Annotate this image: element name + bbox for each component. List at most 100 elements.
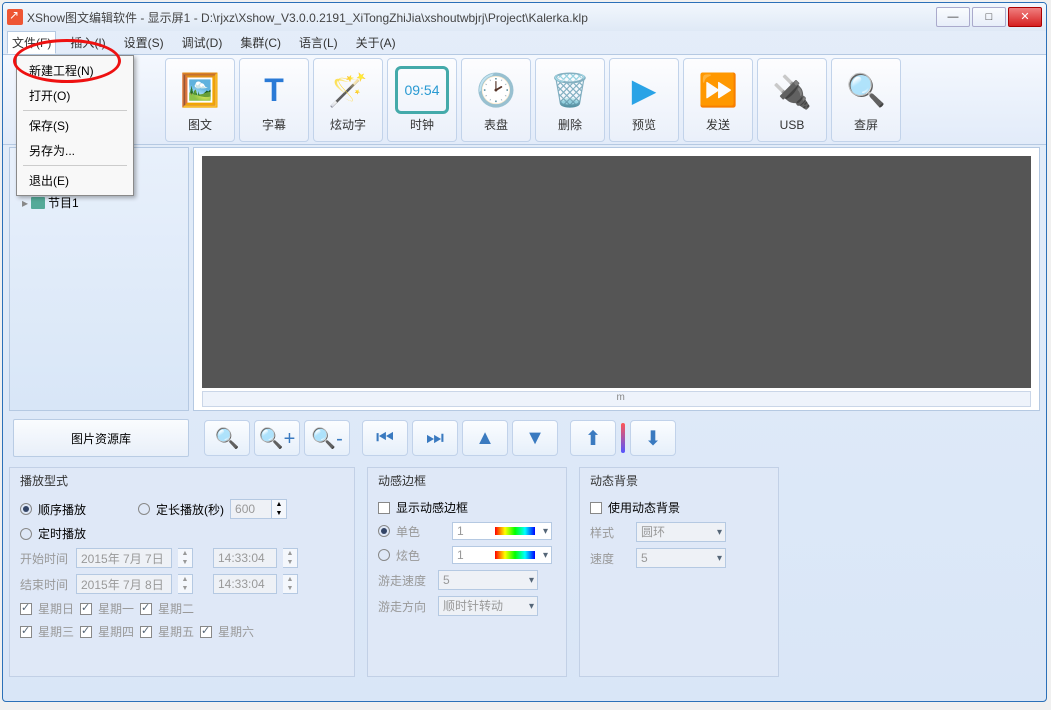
chk-show-border[interactable] xyxy=(378,502,390,514)
label-solid: 单色 xyxy=(396,523,420,540)
app-icon xyxy=(7,9,23,25)
menu-cluster[interactable]: 集群(C) xyxy=(236,32,285,53)
label-walk-dir: 游走方向 xyxy=(378,598,432,615)
menubar: 文件(F) 插入(I) 设置(S) 调试(D) 集群(C) 语言(L) 关于(A… xyxy=(3,31,1046,55)
radio-timed-play[interactable] xyxy=(20,528,32,540)
chk-wed[interactable] xyxy=(20,626,32,638)
label-use-bg: 使用动态背景 xyxy=(608,499,680,516)
image-library-button[interactable]: 图片资源库 xyxy=(13,419,189,457)
group-play-legend: 播放型式 xyxy=(20,472,344,489)
fixed-duration-spinner[interactable]: ▲▼ xyxy=(272,499,287,519)
tool-image-text[interactable]: 🖼️图文 xyxy=(165,58,235,142)
chk-tue[interactable] xyxy=(140,603,152,615)
label-bg-speed: 速度 xyxy=(590,550,630,567)
last-button[interactable]: ⏭ xyxy=(412,420,458,456)
walk-dir-select[interactable]: 顺时针转动 xyxy=(438,596,538,616)
radio-fixed-play[interactable] xyxy=(138,503,150,515)
horizontal-scrollbar[interactable] xyxy=(202,391,1031,407)
menu-item-save[interactable]: 保存(S) xyxy=(19,113,131,138)
chk-mon[interactable] xyxy=(80,603,92,615)
menu-file[interactable]: 文件(F) xyxy=(7,31,56,54)
tool-usb[interactable]: 🔌USB xyxy=(757,58,827,142)
move-down-button[interactable]: ⬇ xyxy=(630,420,676,456)
end-date-spinner[interactable]: ▲▼ xyxy=(178,574,193,594)
tool-subtitle[interactable]: T字幕 xyxy=(239,58,309,142)
menu-item-open[interactable]: 打开(O) xyxy=(19,83,131,108)
menu-about[interactable]: 关于(A) xyxy=(352,32,400,53)
menu-item-saveas[interactable]: 另存为... xyxy=(19,138,131,163)
first-button[interactable]: ⏮ xyxy=(362,420,408,456)
tool-dial-label: 表盘 xyxy=(484,116,508,133)
label-order-play: 顺序播放 xyxy=(38,501,86,518)
magnifier-icon: 🔍 xyxy=(839,66,893,114)
titlebar: XShow图文编辑软件 - 显示屏1 - D:\rjxz\Xshow_V3.0.… xyxy=(3,3,1046,31)
tool-anim-text[interactable]: 🪄炫动字 xyxy=(313,58,383,142)
label-bg-style: 样式 xyxy=(590,524,630,541)
app-window: XShow图文编辑软件 - 显示屏1 - D:\rjxz\Xshow_V3.0.… xyxy=(2,2,1047,702)
tool-delete[interactable]: 🗑️删除 xyxy=(535,58,605,142)
walk-speed-select[interactable]: 5 xyxy=(438,570,538,590)
tool-dial[interactable]: 🕑表盘 xyxy=(461,58,531,142)
end-time-spinner[interactable]: ▲▼ xyxy=(283,574,298,594)
shrink-top-button[interactable]: ▲ xyxy=(462,420,508,456)
radio-order-play[interactable] xyxy=(20,503,32,515)
label-sun: 星期日 xyxy=(38,600,74,617)
canvas-area xyxy=(193,147,1040,411)
zoom-out-button[interactable]: 🔍- xyxy=(304,420,350,456)
menu-item-exit[interactable]: 退出(E) xyxy=(19,168,131,193)
clock-digits: 09:54 xyxy=(404,82,439,98)
menu-insert[interactable]: 插入(I) xyxy=(66,32,109,53)
minimize-button[interactable]: — xyxy=(936,7,970,27)
radio-glow-color[interactable] xyxy=(378,549,390,561)
canvas-viewport[interactable] xyxy=(202,156,1031,388)
chk-sat[interactable] xyxy=(200,626,212,638)
chk-use-bg[interactable] xyxy=(590,502,602,514)
window-title: XShow图文编辑软件 - 显示屏1 - D:\rjxz\Xshow_V3.0.… xyxy=(27,9,588,26)
start-date-spinner[interactable]: ▲▼ xyxy=(178,548,193,568)
label-wed: 星期三 xyxy=(38,623,74,640)
radio-solid-color[interactable] xyxy=(378,525,390,537)
shrink-bottom-button[interactable]: ▼ xyxy=(512,420,558,456)
start-time-spinner[interactable]: ▲▼ xyxy=(283,548,298,568)
label-timed-play: 定时播放 xyxy=(38,525,86,542)
label-mon: 星期一 xyxy=(98,600,134,617)
zoom-in-button[interactable]: 🔍+ xyxy=(254,420,300,456)
tool-anim-text-label: 炫动字 xyxy=(330,116,366,133)
label-glow: 炫色 xyxy=(396,547,420,564)
tool-delete-label: 删除 xyxy=(558,116,582,133)
group-play-type: 播放型式 顺序播放 定长播放(秒) ▲▼ 定时播放 开始时间 ▲▼ ▲▼ 结束时… xyxy=(9,467,355,677)
tool-send-label: 发送 xyxy=(706,116,730,133)
end-date-input[interactable] xyxy=(76,574,172,594)
end-time-input[interactable] xyxy=(213,574,277,594)
fixed-duration-input[interactable] xyxy=(230,499,272,519)
tree-item-label: 节目1 xyxy=(48,194,79,211)
label-end-time: 结束时间 xyxy=(20,576,70,593)
menu-separator xyxy=(23,165,127,166)
chk-fri[interactable] xyxy=(140,626,152,638)
label-sat: 星期六 xyxy=(218,623,254,640)
maximize-button[interactable]: □ xyxy=(972,7,1006,27)
move-up-button[interactable]: ⬆ xyxy=(570,420,616,456)
glow-color-select[interactable]: 1 xyxy=(452,546,552,564)
menu-item-new[interactable]: 新建工程(N) xyxy=(19,58,131,83)
chk-sun[interactable] xyxy=(20,603,32,615)
zoom-reset-button[interactable]: 🔍 xyxy=(204,420,250,456)
start-time-input[interactable] xyxy=(213,548,277,568)
menu-language[interactable]: 语言(L) xyxy=(295,32,342,53)
bg-style-select[interactable]: 圆环 xyxy=(636,522,726,542)
menu-settings[interactable]: 设置(S) xyxy=(120,32,168,53)
close-button[interactable]: ✕ xyxy=(1008,7,1042,27)
label-walk-speed: 游走速度 xyxy=(378,572,432,589)
tool-clock[interactable]: 09:54 时钟 xyxy=(387,58,457,142)
start-date-input[interactable] xyxy=(76,548,172,568)
usb-icon: 🔌 xyxy=(765,68,819,116)
bg-speed-select[interactable]: 5 xyxy=(636,548,726,568)
tool-find-screen[interactable]: 🔍查屏 xyxy=(831,58,901,142)
menu-debug[interactable]: 调试(D) xyxy=(178,32,227,53)
tool-image-text-label: 图文 xyxy=(188,116,212,133)
tool-preview[interactable]: ▶预览 xyxy=(609,58,679,142)
tool-clock-label: 时钟 xyxy=(410,116,434,133)
chk-thu[interactable] xyxy=(80,626,92,638)
tool-send[interactable]: ⏩发送 xyxy=(683,58,753,142)
solid-color-select[interactable]: 1 xyxy=(452,522,552,540)
